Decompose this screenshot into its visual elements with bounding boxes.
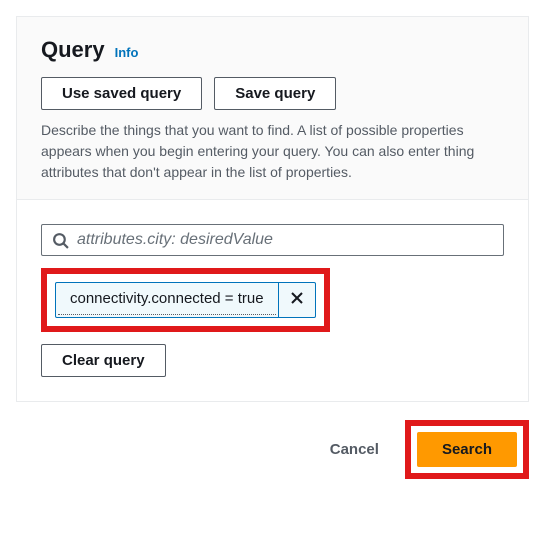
cancel-button[interactable]: Cancel [316,433,393,466]
panel-title: Query [41,37,105,63]
panel-header: Query Info Use saved query Save query De… [17,17,528,199]
use-saved-query-button[interactable]: Use saved query [41,77,202,110]
info-link[interactable]: Info [115,45,139,60]
search-input[interactable] [77,231,493,249]
save-query-button[interactable]: Save query [214,77,336,110]
highlight-search: Search [405,420,529,479]
title-row: Query Info [41,37,504,63]
clear-query-button[interactable]: Clear query [41,344,166,377]
panel-description: Describe the things that you want to fin… [41,120,504,183]
chip-text: connectivity.connected = true [58,283,276,315]
search-icon [52,232,69,249]
search-button[interactable]: Search [417,432,517,467]
chip-remove-button[interactable] [278,283,315,317]
query-panel: Query Info Use saved query Save query De… [16,16,529,402]
clear-button-wrap: Clear query [41,344,504,377]
filter-chip: connectivity.connected = true [55,282,316,318]
footer-actions: Cancel Search [16,402,529,479]
close-icon [289,290,305,311]
panel-body: connectivity.connected = true Clear quer… [17,199,528,401]
highlight-chip: connectivity.connected = true [41,268,330,332]
button-row: Use saved query Save query [41,77,504,110]
search-input-wrap[interactable] [41,224,504,256]
